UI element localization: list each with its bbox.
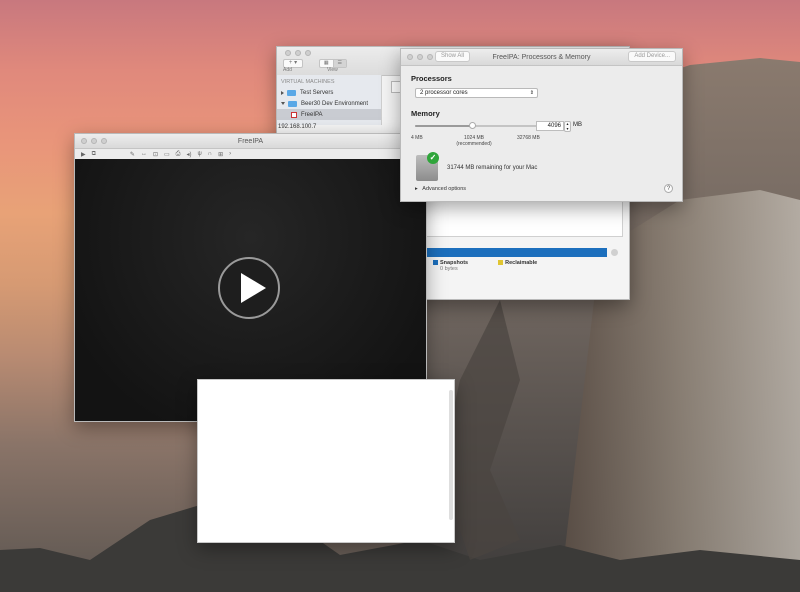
processors-heading: Processors	[411, 74, 452, 83]
help-button[interactable]: ?	[664, 184, 673, 193]
folder-icon	[288, 100, 297, 107]
zoom-button[interactable]	[101, 138, 107, 144]
checkmark-icon: ✓	[427, 152, 439, 164]
fullscreen-icon[interactable]: ⊡	[153, 151, 158, 158]
advanced-options-toggle[interactable]: ▸ Advanced options	[415, 186, 466, 192]
memory-value-field[interactable]: 4096	[536, 121, 564, 131]
play-icon	[241, 273, 266, 303]
memory-stepper[interactable]: ▴ ▾	[564, 121, 571, 132]
sidebar-item-label: Test Servers	[300, 89, 334, 96]
memory-tick-min: 4 MB	[411, 135, 423, 141]
settings-wrench-icon[interactable]: ✎	[130, 151, 135, 158]
sidebar-item-test-servers[interactable]: Test Servers	[277, 87, 381, 98]
minimize-button[interactable]	[417, 54, 423, 60]
proc-titlebar: Show All FreeIPA: Processors & Memory Ad…	[401, 49, 682, 66]
close-button[interactable]	[285, 50, 291, 56]
memory-tick-recommended: 1024 MB (recommended)	[449, 135, 499, 147]
advanced-options-label: Advanced options	[422, 186, 467, 192]
snapshot-icon[interactable]: ⧉	[92, 151, 96, 158]
disclosure-triangle-icon: ▸	[415, 186, 418, 192]
close-button[interactable]	[407, 54, 413, 60]
minimize-button[interactable]	[295, 50, 301, 56]
add-device-button[interactable]: Add Device...	[628, 51, 676, 62]
blank-window	[197, 379, 455, 543]
processor-cores-select[interactable]: 2 processor cores ⇕	[415, 88, 538, 98]
tick-note: (recommended)	[456, 141, 492, 147]
legend-item-reclaimable: Reclaimable	[498, 260, 537, 272]
memory-slider-fill	[415, 125, 473, 127]
grid-view-icon[interactable]: ▦	[320, 60, 334, 67]
sound-icon[interactable]: ◂)	[186, 151, 191, 158]
headphones-icon[interactable]: ∩	[208, 151, 212, 157]
sidebar-item-beer30[interactable]: Beer30 Dev Environment	[277, 98, 381, 109]
zoom-button[interactable]	[427, 54, 433, 60]
memory-unit: MB	[573, 122, 582, 128]
vertical-scrollbar[interactable]	[449, 390, 453, 520]
vm-titlebar: FreeIPA	[75, 134, 426, 149]
list-view-icon[interactable]: ☰	[333, 60, 346, 67]
sidebar-section-header: VIRTUAL MACHINES	[281, 79, 335, 85]
network-icon[interactable]: ⊞	[218, 151, 223, 158]
window-controls	[407, 54, 433, 60]
minimize-button[interactable]	[91, 138, 97, 144]
window-controls	[81, 138, 107, 144]
view-label: View	[327, 67, 338, 73]
legend-item-snapshots: Snapshots 0 bytes	[433, 260, 468, 272]
play-button[interactable]	[218, 257, 280, 319]
drive-icon[interactable]: ▭	[164, 151, 170, 158]
zoom-button[interactable]	[305, 50, 311, 56]
memory-tick-max: 32768 MB	[517, 135, 540, 141]
memory-slider-knob[interactable]	[468, 122, 476, 129]
chevron-updown-icon: ⇕	[529, 90, 534, 96]
folder-icon	[287, 89, 296, 96]
usb-icon[interactable]: ψ	[197, 151, 201, 157]
processor-select-value: 2 processor cores	[420, 90, 468, 96]
legend-sub: 0 bytes	[440, 266, 458, 272]
sidebar-item-label: FreeIPA	[301, 111, 323, 118]
sidebar-item-freeipa[interactable]: FreeIPA	[277, 109, 381, 120]
legend-swatch	[433, 260, 438, 266]
storage-usage-bar	[427, 248, 607, 257]
vm-icon	[291, 111, 297, 118]
info-icon[interactable]	[611, 249, 618, 256]
add-label: Add	[283, 67, 292, 73]
sidebar-item-label: Beer30 Dev Environment	[301, 100, 369, 107]
memory-remaining-text: 31744 MB remaining for your Mac	[447, 165, 538, 171]
storage-legend: Snapshots 0 bytes Reclaimable	[433, 260, 537, 272]
resize-icon[interactable]: ↔	[141, 151, 147, 157]
legend-swatch	[498, 260, 504, 266]
memory-heading: Memory	[411, 109, 440, 118]
more-icon[interactable]: ›	[229, 151, 231, 157]
window-controls	[285, 50, 311, 56]
processors-memory-window: Show All FreeIPA: Processors & Memory Ad…	[400, 48, 683, 202]
legend-label: Reclaimable	[505, 260, 538, 266]
printer-icon[interactable]: ⎙	[176, 151, 181, 158]
disclosure-triangle-icon[interactable]	[281, 90, 284, 95]
play-toolbar-icon[interactable]: ▶	[81, 151, 86, 158]
disclosure-triangle-expanded-icon[interactable]	[281, 102, 285, 105]
vm-ip-address: 192.168.100.7	[278, 124, 317, 130]
vm-window-title: FreeIPA	[237, 137, 264, 145]
memory-slider[interactable]	[415, 122, 539, 129]
show-all-button[interactable]: Show All	[435, 51, 471, 62]
close-button[interactable]	[81, 138, 87, 144]
